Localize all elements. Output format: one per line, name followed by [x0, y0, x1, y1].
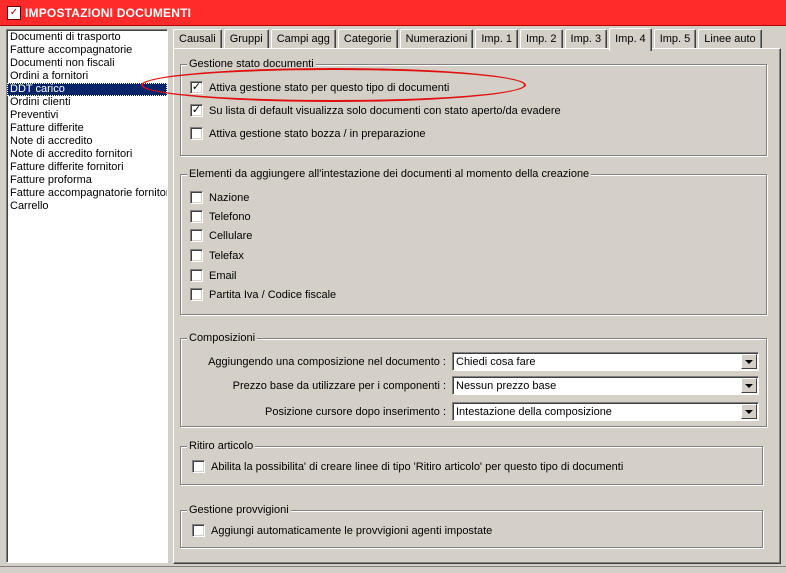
checkbox-row-telefono[interactable]: Telefono: [190, 210, 251, 223]
list-item[interactable]: Carrello: [7, 200, 167, 213]
select-value: Intestazione della composizione: [456, 405, 612, 418]
chevron-down-icon: [745, 383, 753, 388]
list-item[interactable]: Fatture differite: [7, 122, 167, 135]
dropdown-button[interactable]: [741, 354, 757, 369]
tab-imp-2[interactable]: Imp. 2: [519, 29, 563, 49]
tab-imp-3[interactable]: Imp. 3: [564, 29, 608, 49]
checkbox-label: Cellulare: [209, 229, 253, 242]
checkbox-cellulare[interactable]: [190, 229, 203, 242]
select-value: Nessun prezzo base: [456, 379, 557, 392]
list-item[interactable]: Note di accredito: [7, 135, 167, 148]
field-label-aggiungendo: Aggiungendo una composizione nel documen…: [208, 356, 446, 368]
list-item-selected[interactable]: DDT carico: [7, 83, 167, 96]
checkbox-row-email[interactable]: Email: [190, 269, 237, 282]
group-legend: Gestione provvigioni: [187, 504, 291, 517]
list-item[interactable]: Fatture accompagnatorie fornitori: [7, 187, 167, 200]
list-item[interactable]: Ordini a fornitori: [7, 70, 167, 83]
checkbox-label: Attiva gestione stato bozza / in prepara…: [209, 127, 426, 140]
checkbox-row-nazione[interactable]: Nazione: [190, 191, 249, 204]
app-icon: ✓: [7, 5, 21, 20]
checkbox-partita-iva[interactable]: [190, 288, 203, 301]
checkbox-label: Telefax: [209, 249, 244, 262]
tab-strip: Causali Gruppi Campi agg Categorie Numer…: [173, 28, 764, 51]
group-legend: Ritiro articolo: [187, 440, 256, 453]
checkbox-row-stato-bozza[interactable]: Attiva gestione stato bozza / in prepara…: [190, 127, 425, 140]
title-bar: ✓ IMPOSTAZIONI DOCUMENTI: [0, 0, 786, 26]
checkbox-label: Abilita la possibilita' di creare linee …: [211, 460, 624, 473]
checkbox-row-ritiro[interactable]: Abilita la possibilita' di creare linee …: [192, 460, 623, 473]
tab-gruppi[interactable]: Gruppi: [223, 29, 269, 49]
checkbox-row-stato-attiva[interactable]: ✓ Attiva gestione stato per questo tipo …: [190, 81, 449, 94]
field-label-prezzo-base: Prezzo base da utilizzare per i componen…: [232, 380, 446, 392]
dropdown-button[interactable]: [741, 404, 757, 419]
select-value: Chiedi cosa fare: [456, 355, 536, 368]
document-type-list[interactable]: Documenti di trasporto Fatture accompagn…: [6, 29, 168, 563]
field-label-posizione-cursore: Posizione cursore dopo inserimento :: [265, 406, 446, 418]
list-item[interactable]: Note di accredito fornitori: [7, 148, 167, 161]
window-title: IMPOSTAZIONI DOCUMENTI: [25, 5, 192, 20]
list-item[interactable]: Documenti di trasporto: [7, 31, 167, 44]
tab-imp-1[interactable]: Imp. 1: [475, 29, 518, 49]
checkbox-row-provvigioni[interactable]: Aggiungi automaticamente le provvigioni …: [192, 524, 492, 537]
group-legend: Gestione stato documenti: [187, 58, 316, 71]
tab-causali[interactable]: Causali: [173, 29, 222, 49]
tab-linee-auto[interactable]: Linee auto: [698, 29, 762, 49]
list-item[interactable]: Documenti non fiscali: [7, 57, 167, 70]
checkbox-stato-aperto[interactable]: ✓: [190, 104, 203, 117]
checkbox-row-cellulare[interactable]: Cellulare: [190, 229, 252, 242]
tab-numerazioni[interactable]: Numerazioni: [399, 29, 474, 49]
group-legend: Composizioni: [187, 332, 258, 345]
checkbox-email[interactable]: [190, 269, 203, 282]
dropdown-button[interactable]: [741, 378, 757, 393]
list-item[interactable]: Preventivi: [7, 109, 167, 122]
prezzo-base-select[interactable]: Nessun prezzo base: [452, 376, 759, 395]
tab-campi-agg[interactable]: Campi agg: [270, 29, 336, 49]
checkbox-label: Aggiungi automaticamente le provvigioni …: [211, 524, 493, 537]
chevron-down-icon: [745, 409, 753, 414]
list-item[interactable]: Ordini clienti: [7, 96, 167, 109]
list-item[interactable]: Fatture proforma: [7, 174, 167, 187]
checkbox-label: Telefono: [209, 210, 251, 223]
list-item[interactable]: Fatture accompagnatorie: [7, 44, 167, 57]
checkbox-label: Su lista di default visualizza solo docu…: [209, 104, 561, 117]
checkbox-stato-bozza[interactable]: [190, 127, 203, 140]
checkbox-ritiro-articolo[interactable]: [192, 460, 205, 473]
checkbox-label: Email: [209, 269, 237, 282]
checkbox-provvigioni[interactable]: [192, 524, 205, 537]
checkbox-telefax[interactable]: [190, 249, 203, 262]
checkbox-row-stato-aperto[interactable]: ✓ Su lista di default visualizza solo do…: [190, 104, 561, 117]
window-bottom-edge: [0, 566, 786, 573]
checkbox-label: Attiva gestione stato per questo tipo di…: [209, 81, 450, 94]
checkbox-stato-attiva[interactable]: ✓: [190, 81, 203, 94]
tab-categorie[interactable]: Categorie: [337, 29, 398, 49]
tab-imp-4[interactable]: Imp. 4: [609, 28, 652, 51]
tab-imp-5[interactable]: Imp. 5: [653, 29, 697, 49]
list-item[interactable]: Fatture differite fornitori: [7, 161, 167, 174]
posizione-cursore-select[interactable]: Intestazione della composizione: [452, 402, 759, 421]
checkbox-label: Nazione: [209, 191, 250, 204]
checkbox-telefono[interactable]: [190, 210, 203, 223]
chevron-down-icon: [745, 359, 753, 364]
checkbox-label: Partita Iva / Codice fiscale: [209, 288, 337, 301]
group-legend: Elementi da aggiungere all'intestazione …: [187, 168, 592, 181]
checkbox-row-telefax[interactable]: Telefax: [190, 249, 244, 262]
composizione-action-select[interactable]: Chiedi cosa fare: [452, 352, 759, 371]
checkbox-nazione[interactable]: [190, 191, 203, 204]
checkbox-row-partita-iva[interactable]: Partita Iva / Codice fiscale: [190, 288, 336, 301]
